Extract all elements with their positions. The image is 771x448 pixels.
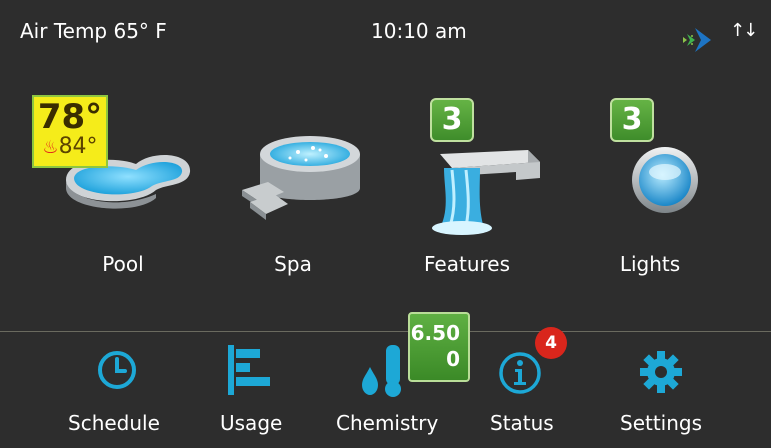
connection-arrows-icon: ↑↓ [730,20,758,41]
nav-settings[interactable]: Settings [612,345,722,445]
heater-flame-icon: ♨ [42,137,59,158]
top-bar: Air Temp 65° F 10:10 am ↑↓ [0,0,771,60]
gear-icon [640,351,682,393]
clock-icon [98,351,136,389]
features-label: Features [424,252,510,276]
pool-light-icon [632,147,698,213]
spa-tile[interactable]: Spa [218,90,368,290]
status-alert-count-badge: 4 [535,327,567,359]
bar-chart-icon [228,345,270,395]
pool-temperature-badge: 78° ♨84° [32,95,108,168]
chemistry-readings-badge: 6.50 0 [408,312,470,382]
waterfall-icon [432,150,540,235]
chemistry-ph-value: 6.50 [410,321,460,345]
chemistry-label: Chemistry [336,411,439,435]
schedule-label: Schedule [68,411,160,435]
status-label: Status [490,411,554,435]
clock-time: 10:10 am [371,19,467,43]
pool-current-temp: 78° [37,97,103,137]
pentair-logo-icon [683,28,711,52]
nav-usage[interactable]: Usage [214,345,294,445]
pool-setpoint: ♨84° [34,135,106,160]
pool-label: Pool [102,252,144,276]
spa-icon [242,136,360,220]
nav-status[interactable]: Status [478,345,578,445]
chemistry-orp-value: 0 [446,347,460,371]
usage-label: Usage [220,411,283,435]
pool-setpoint-value: 84° [58,134,98,159]
lights-count-badge: 3 [610,98,654,142]
settings-label: Settings [620,411,703,435]
air-temperature: Air Temp 65° F [20,19,167,43]
info-icon [499,352,541,394]
section-divider [0,331,771,332]
lights-label: Lights [619,252,681,276]
features-count-badge: 3 [430,98,474,142]
spa-label: Spa [274,252,312,276]
nav-schedule[interactable]: Schedule [60,345,170,445]
